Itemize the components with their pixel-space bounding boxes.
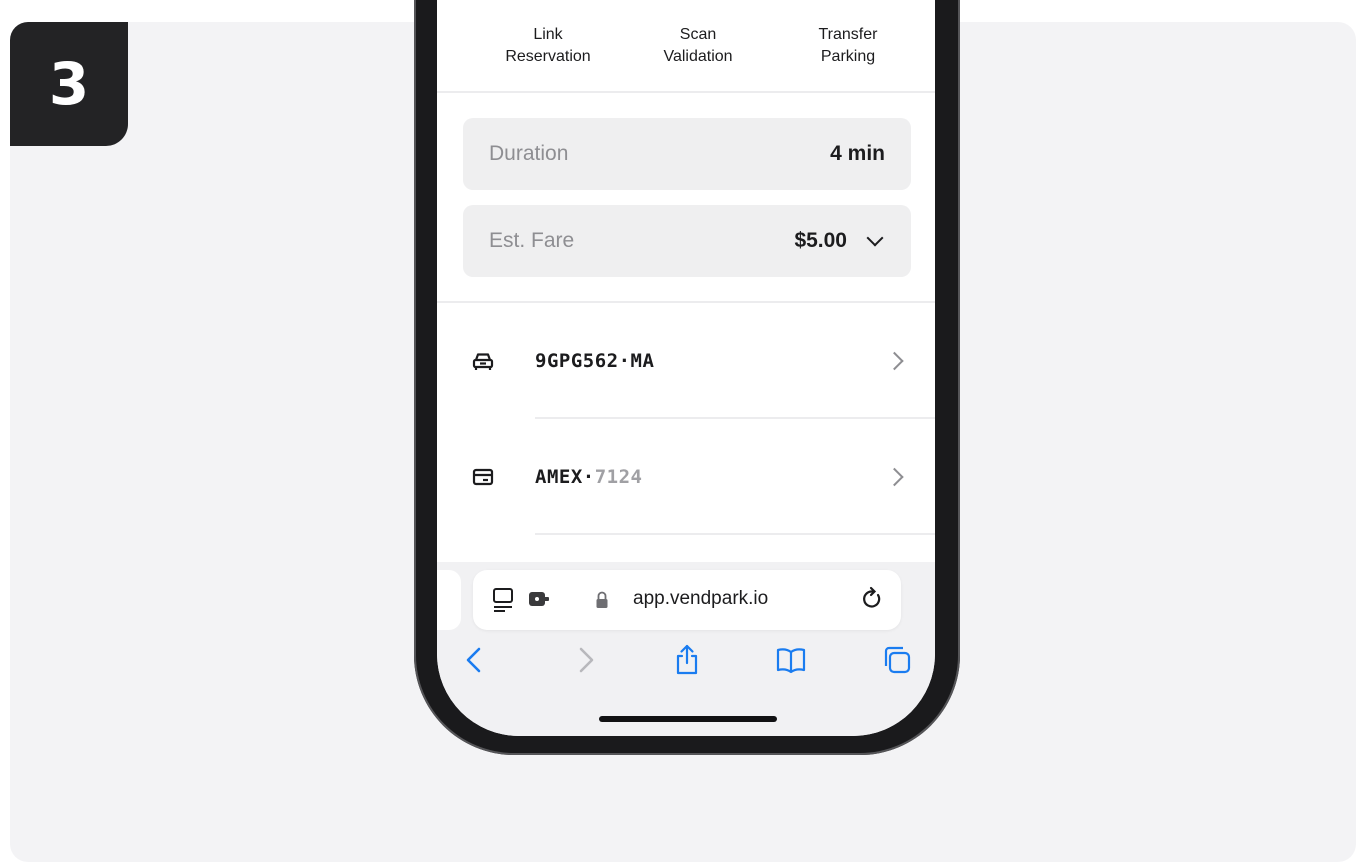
action-label-line2: Reservation [505,48,591,65]
action-label-line2: Validation [663,48,733,65]
book-icon[interactable] [775,644,807,676]
chevron-left-icon[interactable] [459,644,491,676]
transfer-parking-action[interactable]: Transfer Parking [773,24,923,92]
payment-last4: 7124 [594,466,643,488]
payment-separator: · [582,466,595,488]
vehicle-row[interactable]: 9GPG562·MA [437,303,935,419]
fare-value-group: $5.00 [794,229,885,253]
reload-icon[interactable] [859,586,885,612]
tabs-icon[interactable] [881,644,913,676]
vehicle-plate: 9GPG562 [535,350,619,372]
vehicle-text: 9GPG562·MA [535,350,654,372]
fare-label: Est. Fare [489,229,575,252]
address-bar[interactable]: app.vendpark.io [473,570,901,630]
duration-row: Duration 4 min [463,118,911,190]
duration-label: Duration [489,142,569,165]
payment-text: AMEX·7124 [535,466,642,488]
action-label-line1: Link [533,26,563,43]
car-icon [472,353,494,370]
browser-bottom-bar: app.vendpark.io [437,562,935,736]
vehicle-state: MA [630,350,655,372]
fare-value: $5.00 [794,229,847,252]
payment-row[interactable]: AMEX·7124 [437,419,935,535]
url-text: app.vendpark.io [633,588,769,609]
step-number: 3 [48,50,90,118]
home-indicator [599,716,777,722]
chevron-right-icon [885,351,904,371]
link-reservation-action[interactable]: Link Reservation [473,24,623,92]
fare-row[interactable]: Est. Fare $5.00 [463,205,911,277]
lock-icon [596,591,608,608]
chevron-right-icon[interactable] [569,644,601,676]
row-separator [535,533,935,535]
credit-card-icon [472,468,494,486]
action-label-line1: Scan [679,26,717,43]
phone-screen: Link Reservation Scan Validation Transfe… [437,0,935,736]
action-label-line1: Transfer [818,26,878,43]
divider [437,91,935,93]
top-actions-row: Link Reservation Scan Validation Transfe… [437,24,935,92]
share-icon[interactable] [671,644,703,676]
vehicle-separator: · [618,350,631,372]
chevron-down-icon [866,229,884,247]
action-label-line2: Parking [820,48,876,65]
scan-validation-action[interactable]: Scan Validation [623,24,773,92]
step-badge: 3 [10,22,128,146]
reader-mode-icon[interactable] [491,586,515,614]
chevron-right-icon [885,467,904,487]
previous-tab-peek[interactable] [437,570,461,630]
extension-icon[interactable] [527,590,551,608]
duration-value: 4 min [830,142,885,165]
payment-brand: AMEX [535,466,583,488]
